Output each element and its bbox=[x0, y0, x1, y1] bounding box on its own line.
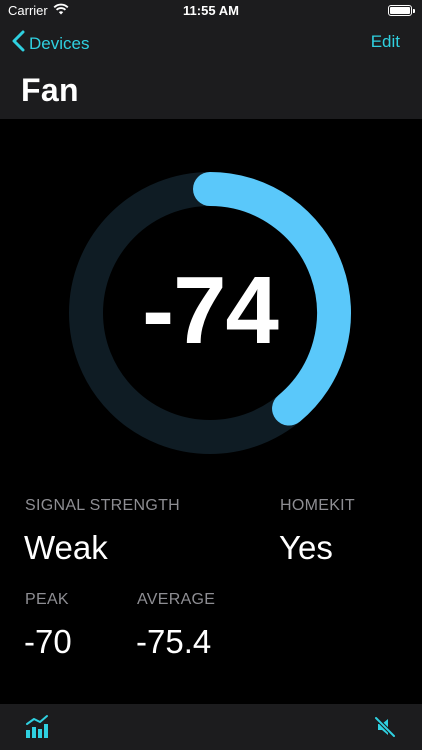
status-time: 11:55 AM bbox=[183, 3, 239, 18]
signal-gauge: -74 bbox=[62, 165, 358, 461]
peak-value: -70 bbox=[24, 623, 72, 660]
speaker-muted-icon[interactable] bbox=[373, 715, 397, 744]
signal-chart-icon[interactable] bbox=[25, 713, 49, 744]
chevron-left-icon bbox=[12, 30, 25, 57]
signal-strength-value: Weak bbox=[24, 529, 108, 566]
average-value: -75.4 bbox=[136, 623, 212, 660]
page-title: Fan bbox=[21, 72, 79, 108]
peak-label: PEAK bbox=[25, 591, 69, 608]
gauge-value: -74 bbox=[142, 257, 279, 364]
edit-button[interactable]: Edit bbox=[371, 32, 400, 52]
status-bar: Carrier 11:55 AM bbox=[0, 0, 422, 22]
battery-icon bbox=[388, 5, 415, 16]
homekit-label: HOMEKIT bbox=[280, 497, 355, 514]
homekit-value: Yes bbox=[279, 529, 333, 566]
back-button[interactable]: Devices bbox=[12, 30, 89, 57]
tab-bar bbox=[0, 704, 422, 750]
back-button-label: Devices bbox=[29, 33, 90, 53]
average-label: AVERAGE bbox=[137, 591, 216, 608]
signal-strength-label: SIGNAL STRENGTH bbox=[25, 497, 181, 514]
navigation-bar: Devices Edit Fan bbox=[0, 22, 422, 119]
